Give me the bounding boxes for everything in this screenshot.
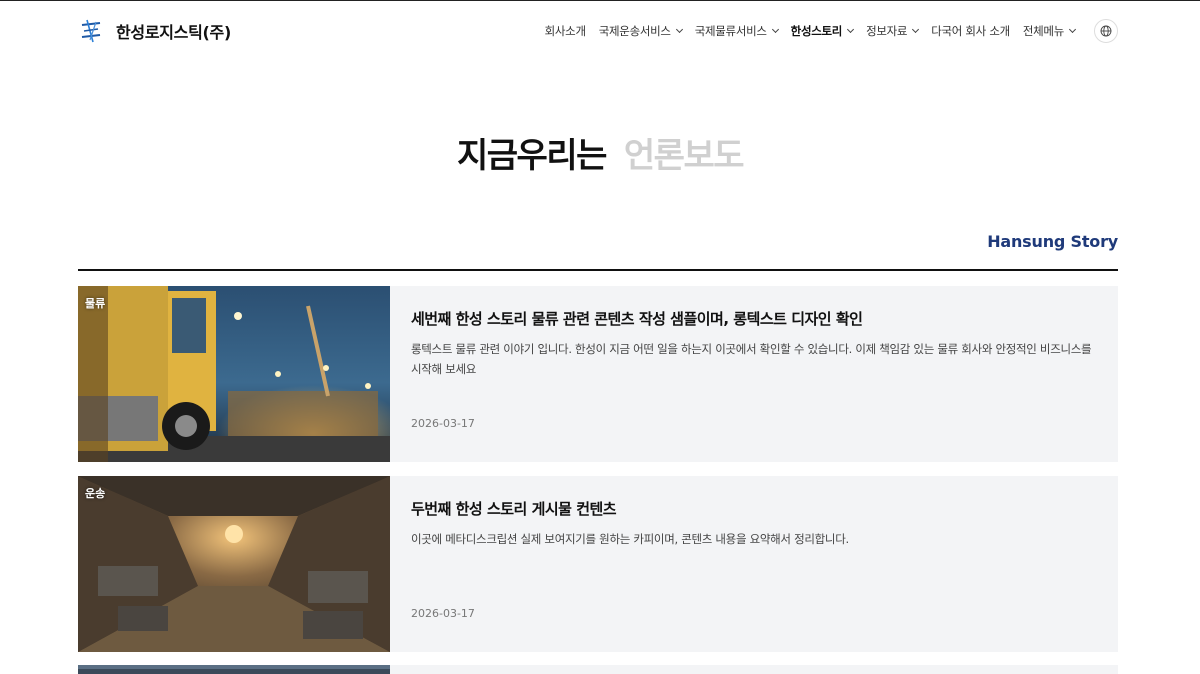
warehouse-image <box>78 476 390 652</box>
nav-item-multilingual[interactable]: 다국어 회사 소개 <box>931 23 1010 39</box>
brand-name: 한성로지스틱(주) <box>116 23 231 42</box>
post-card[interactable]: 운송 두번째 한성 스토리 게시물 컨텐츠 이곳에 메타디스크립션 실제 보여지… <box>78 476 1118 652</box>
chevron-down-icon <box>1068 25 1077 34</box>
section-label: Hansung Story <box>987 232 1118 251</box>
post-thumbnail: 운송 <box>78 476 390 652</box>
category-badge: 물류 <box>85 297 106 310</box>
main-nav: 회사소개 국제운송서비스 국제물류서비스 한성스토리 정보자료 다국어 회사 소… <box>545 19 1118 43</box>
post-card[interactable]: 물류 세번째 한성 스토리 물류 관련 콘텐츠 작성 샘플이며, 롱텍스트 디자… <box>78 286 1118 462</box>
nav-item-label: 한성스토리 <box>790 24 843 38</box>
post-card[interactable] <box>78 665 1118 674</box>
nav-item-resources[interactable]: 정보자료 <box>866 23 920 39</box>
globe-icon <box>1100 25 1112 37</box>
nav-item-label: 다국어 회사 소개 <box>931 24 1010 38</box>
nav-item-intl-logistics[interactable]: 국제물류서비스 <box>694 23 779 39</box>
post-description: 이곳에 메타디스크립션 실제 보여지기를 원하는 카피이며, 콘텐츠 내용을 요… <box>411 532 849 546</box>
top-border <box>0 0 1200 1</box>
chevron-down-icon <box>675 25 683 34</box>
brand-logo-link[interactable]: 한성로지스틱(주) <box>78 18 231 44</box>
page-title-sub: 언론보도 <box>623 136 745 176</box>
post-title[interactable]: 두번째 한성 스토리 게시물 컨텐츠 <box>411 498 1101 520</box>
post-description: 롱텍스트 물류 관련 이야기 입니다. 한성이 지금 어떤 일을 하는지 이곳에… <box>411 342 1092 376</box>
post-body: 두번째 한성 스토리 게시물 컨텐츠 이곳에 메타디스크립션 실제 보여지기를 … <box>390 476 1121 652</box>
nav-item-label: 정보자료 <box>866 24 908 38</box>
post-image <box>78 665 390 674</box>
post-thumbnail <box>78 665 390 674</box>
post-date: 2026-03-17 <box>411 417 475 430</box>
chevron-down-icon <box>771 25 779 34</box>
truck-port-image <box>78 286 390 462</box>
page-title: 지금우리는 언론보도 <box>0 128 1200 177</box>
post-date: 2026-03-17 <box>411 607 475 620</box>
nav-item-label: 국제운송서비스 <box>598 24 671 38</box>
nav-item-all-menu[interactable]: 전체메뉴 <box>1022 23 1077 39</box>
nav-item-company[interactable]: 회사소개 <box>545 23 586 39</box>
language-button[interactable] <box>1094 19 1118 43</box>
post-thumbnail: 물류 <box>78 286 390 462</box>
post-body: 세번째 한성 스토리 물류 관련 콘텐츠 작성 샘플이며, 롱텍스트 디자인 확… <box>390 286 1121 462</box>
page-title-main: 지금우리는 <box>456 136 607 176</box>
site-header: 한성로지스틱(주) 회사소개 국제운송서비스 국제물류서비스 한성스토리 정보자… <box>78 14 1118 48</box>
nav-item-hansung-story[interactable]: 한성스토리 <box>790 23 855 39</box>
brand-logo-icon <box>81 19 101 43</box>
post-title[interactable]: 세번째 한성 스토리 물류 관련 콘텐츠 작성 샘플이며, 롱텍스트 디자인 확… <box>411 308 1101 330</box>
section-divider <box>78 269 1118 271</box>
nav-item-label: 전체메뉴 <box>1022 24 1064 38</box>
chevron-down-icon <box>912 25 920 34</box>
chevron-down-icon <box>847 25 855 34</box>
category-badge: 운송 <box>85 487 106 500</box>
nav-item-label: 회사소개 <box>544 24 586 38</box>
nav-item-intl-transport[interactable]: 국제운송서비스 <box>598 23 683 39</box>
nav-item-label: 국제물류서비스 <box>694 24 767 38</box>
